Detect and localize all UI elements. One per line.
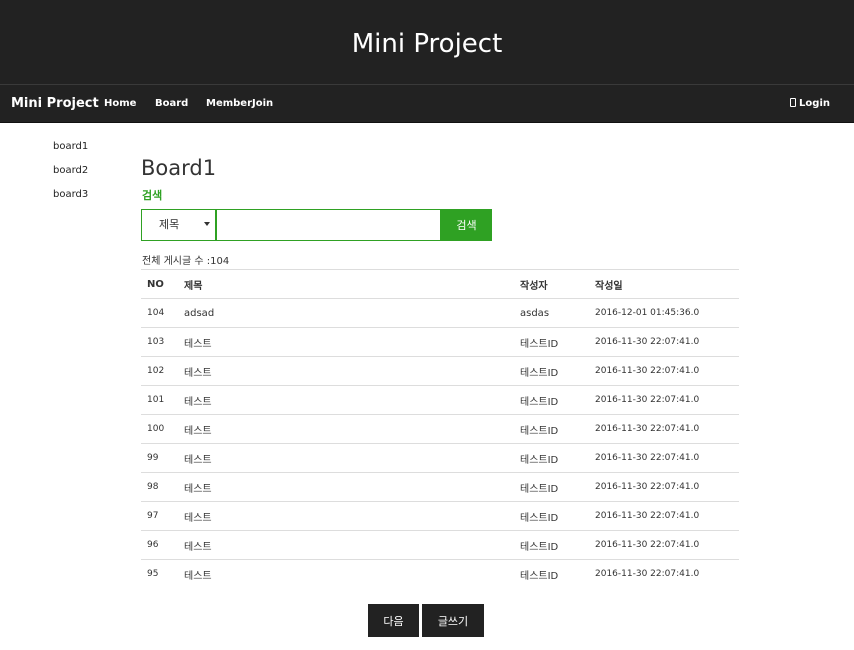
page-title: Mini Project [351,29,503,59]
row-writer: 테스트ID [520,327,595,357]
row-no: 96 [141,530,184,560]
row-no: 95 [141,559,184,589]
table-row: 102 테스트 테스트ID 2016-11-30 22:07:41.0 [141,356,739,386]
sidebar-item-board2[interactable]: board2 [53,164,88,178]
row-title-link[interactable]: 테스트 [184,385,520,415]
row-no: 104 [141,298,184,328]
row-writer: 테스트ID [520,530,595,560]
next-page-button[interactable]: 다음 [368,604,419,637]
search-type-select[interactable]: 제목 [141,209,216,241]
search-input[interactable] [216,209,441,241]
row-no: 101 [141,385,184,415]
row-title-link[interactable]: 테스트 [184,327,520,357]
row-title-link[interactable]: 테스트 [184,501,520,531]
row-no: 100 [141,414,184,444]
search-label: 검색 [142,189,163,202]
caret-down-icon [204,222,210,226]
write-post-button[interactable]: 글쓰기 [422,604,484,637]
search-type-value: 제목 [159,218,180,231]
table-row: 101 테스트 테스트ID 2016-11-30 22:07:41.0 [141,385,739,415]
row-title-link[interactable]: 테스트 [184,356,520,386]
row-no: 97 [141,501,184,531]
login-link[interactable]: Login [790,96,830,112]
board-title: Board1 [141,156,217,180]
col-no: NO [141,269,184,299]
sidebar-item-board1[interactable]: board1 [53,140,88,154]
user-icon [790,98,797,107]
table-row: 97 테스트 테스트ID 2016-11-30 22:07:41.0 [141,501,739,531]
row-title-link[interactable]: 테스트 [184,443,520,473]
col-title: 제목 [184,269,520,299]
row-date: 2016-11-30 22:07:41.0 [595,414,739,444]
col-date: 작성일 [595,269,739,299]
sidebar-item-board3[interactable]: board3 [53,188,88,202]
table-row: 95 테스트 테스트ID 2016-11-30 22:07:41.0 [141,559,739,589]
login-label: Login [799,98,830,109]
table-row: 100 테스트 테스트ID 2016-11-30 22:07:41.0 [141,414,739,444]
row-title-link[interactable]: 테스트 [184,414,520,444]
row-date: 2016-11-30 22:07:41.0 [595,385,739,415]
table-row: 96 테스트 테스트ID 2016-11-30 22:07:41.0 [141,530,739,560]
row-no: 103 [141,327,184,357]
nav-board[interactable]: Board [155,96,188,112]
row-date: 2016-11-30 22:07:41.0 [595,327,739,357]
sidebar: board1 board2 board3 [53,140,88,212]
top-navbar: Mini Project Home Board MemberJoin Login [0,84,854,123]
row-writer: 테스트ID [520,443,595,473]
row-date: 2016-11-30 22:07:41.0 [595,530,739,560]
row-writer: 테스트ID [520,501,595,531]
row-date: 2016-11-30 22:07:41.0 [595,501,739,531]
nav-home[interactable]: Home [104,96,136,112]
search-button[interactable]: 검색 [441,209,492,241]
table-row: 99 테스트 테스트ID 2016-11-30 22:07:41.0 [141,443,739,473]
search-form: 제목 검색 [141,209,492,241]
total-count: 전체 게시글 수 :104 [142,256,230,267]
nav-member-join[interactable]: MemberJoin [206,96,273,112]
row-date: 2016-11-30 22:07:41.0 [595,356,739,386]
row-title-link[interactable]: 테스트 [184,559,520,589]
row-no: 102 [141,356,184,386]
board-table: NO 제목 작성자 작성일 104 adsad asdas 2016-12-01 01… [141,269,739,589]
table-row: 98 테스트 테스트ID 2016-11-30 22:07:41.0 [141,472,739,502]
row-title-link[interactable]: 테스트 [184,530,520,560]
table-header-row: NO 제목 작성자 작성일 [141,269,739,299]
row-title-link[interactable]: adsad [184,298,520,328]
row-writer: 테스트ID [520,356,595,386]
row-title-link[interactable]: 테스트 [184,472,520,502]
row-no: 98 [141,472,184,502]
table-row: 103 테스트 테스트ID 2016-11-30 22:07:41.0 [141,327,739,357]
row-writer: 테스트ID [520,414,595,444]
page-header: Mini Project [0,0,854,84]
navbar-brand[interactable]: Mini Project [11,94,99,114]
row-writer: 테스트ID [520,559,595,589]
col-writer: 작성자 [520,269,595,299]
row-date: 2016-12-01 01:45:36.0 [595,298,739,328]
row-no: 99 [141,443,184,473]
row-writer: 테스트ID [520,385,595,415]
row-date: 2016-11-30 22:07:41.0 [595,443,739,473]
row-date: 2016-11-30 22:07:41.0 [595,472,739,502]
table-row: 104 adsad asdas 2016-12-01 01:45:36.0 [141,298,739,328]
row-writer: 테스트ID [520,472,595,502]
row-writer: asdas [520,298,595,328]
row-date: 2016-11-30 22:07:41.0 [595,559,739,589]
